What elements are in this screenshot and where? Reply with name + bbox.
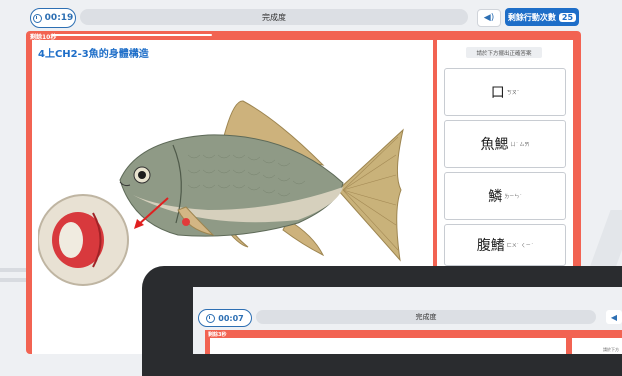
answer-option-text: 魚鰓	[480, 137, 509, 153]
answer-option-scales[interactable]: 鱗ㄌㄧㄣˊ	[444, 172, 566, 220]
countdown-bar	[52, 34, 212, 36]
tablet-timer-text: 00:07	[218, 313, 244, 323]
tablet-timer-display: 00:07	[198, 309, 252, 327]
progress-bar: 完成度	[80, 9, 468, 25]
progress-label: 完成度	[262, 12, 286, 22]
tablet-question-panel	[210, 338, 566, 354]
clock-icon	[206, 313, 216, 323]
remaining-moves-count: 25	[558, 12, 577, 22]
answer-option-gills[interactable]: 魚鰓 ㄩˊ ㄙㄞ	[444, 120, 566, 168]
answer-option-pelvic-fin[interactable]: 腹鰭 ㄈㄨˋ ㄑㄧˊ	[444, 224, 566, 266]
remaining-moves-badge: 剩餘行動次數 25	[505, 8, 579, 26]
fish-illustration	[38, 100, 404, 286]
answer-option-ruby: ㄌㄧㄣˊ	[504, 193, 522, 200]
tablet-progress-label: 完成度	[415, 313, 437, 321]
speaker-icon: ◀)	[483, 13, 495, 23]
question-title: 4上CH2-3魚的身體構造	[38, 49, 149, 60]
speaker-icon: ◀	[610, 312, 618, 322]
tablet-sound-button[interactable]: ◀	[606, 310, 622, 324]
answer-option-ruby: ㄈㄨˋ ㄑㄧˊ	[506, 242, 534, 249]
answer-option-text: 腹鰭	[476, 238, 505, 254]
clock-icon	[32, 13, 42, 23]
answer-option-ruby: ㄩˊ ㄙㄞ	[510, 141, 530, 148]
answer-option-text: 口	[490, 85, 505, 101]
answer-option-ruby: ㄎㄡˇ	[506, 89, 520, 96]
timer-display: 00:19	[30, 8, 76, 28]
timer-text: 00:19	[44, 13, 74, 23]
remaining-moves-label: 剩餘行動次數	[507, 12, 556, 22]
sound-button[interactable]: ◀)	[477, 9, 501, 27]
answer-option-mouth[interactable]: 口ㄎㄡˇ	[444, 68, 566, 116]
answer-hint: 請於下方擺出正確答案	[466, 47, 542, 58]
answer-option-text: 鱗	[488, 189, 503, 205]
tablet-countdown-label: 剩餘3秒	[208, 332, 227, 338]
tablet-progress-bar: 完成度	[256, 310, 596, 324]
tablet-answer-hint: 請於下方	[603, 347, 619, 352]
